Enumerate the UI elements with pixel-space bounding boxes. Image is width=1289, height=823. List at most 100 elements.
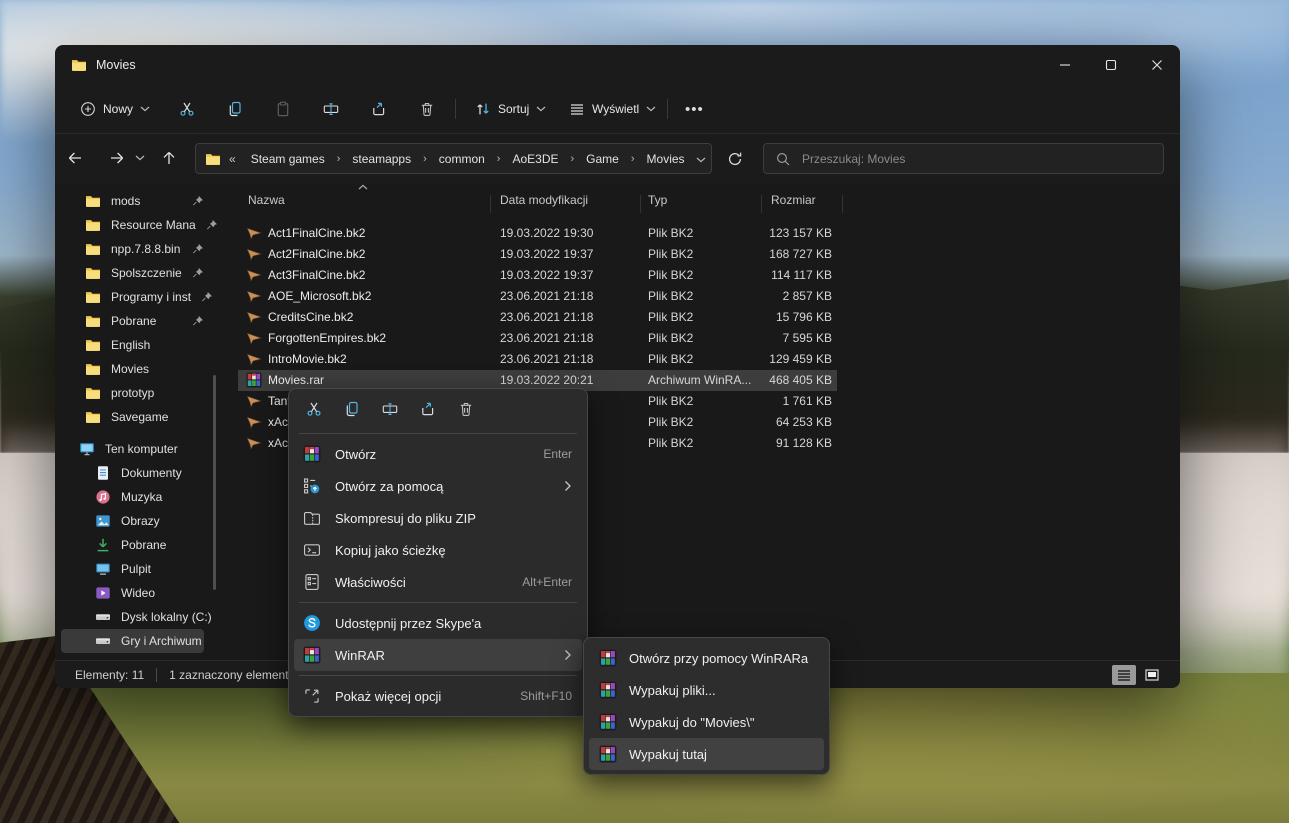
breadcrumb-segment[interactable]: Movies <box>640 147 692 171</box>
breadcrumb-segment[interactable]: common <box>432 147 492 171</box>
share-button[interactable] <box>409 394 447 424</box>
address-bar[interactable]: « Steam games › steamapps › common › AoE… <box>195 143 712 174</box>
bk2-file-icon <box>246 351 262 367</box>
menu-item-open-with[interactable]: Otwórz za pomocą <box>294 470 582 502</box>
submenu-item-extract-files[interactable]: Wypakuj pliki... <box>589 674 824 706</box>
sidebar-item-obrazy[interactable]: Obrazy <box>55 509 230 533</box>
submenu-item-extract-here[interactable]: Wypakuj tutaj <box>589 738 824 770</box>
sidebar-item-pobrane[interactable]: Pobrane <box>55 533 230 557</box>
menu-item-open[interactable]: Otwórz Enter <box>294 438 582 470</box>
table-row[interactable]: ForgottenEmpires.bk2 23.06.2021 21:18 Pl… <box>230 328 1180 349</box>
close-button[interactable] <box>1134 45 1180 85</box>
table-row[interactable]: Act3FinalCine.bk2 19.03.2022 19:37 Plik … <box>230 265 1180 286</box>
menu-item-show-more-options[interactable]: Pokaż więcej opcji Shift+F10 <box>294 680 582 712</box>
breadcrumb-segment[interactable]: Game <box>579 147 626 171</box>
view-button[interactable]: Wyświetl <box>561 95 664 123</box>
breadcrumb-segment[interactable]: AoE3DE <box>505 147 565 171</box>
submenu-item-extract-to-movies[interactable]: Wypakuj do "Movies\" <box>589 706 824 738</box>
rename-icon <box>323 101 339 117</box>
more-options-button[interactable]: ••• <box>677 95 712 123</box>
table-row[interactable]: AOE_Microsoft.bk2 23.06.2021 21:18 Plik … <box>230 286 1180 307</box>
submenu-item-label: Wypakuj pliki... <box>629 683 716 698</box>
column-header-type[interactable]: Typ <box>648 193 667 207</box>
column-divider[interactable] <box>761 195 762 213</box>
pin-icon <box>192 267 204 279</box>
menu-item-properties[interactable]: Właściwości Alt+Enter <box>294 566 582 598</box>
large-icons-view-button[interactable] <box>1140 665 1164 685</box>
sidebar-item-dokumenty[interactable]: Dokumenty <box>55 461 230 485</box>
column-header-date[interactable]: Data modyfikacji <box>500 193 588 207</box>
paste-button[interactable] <box>265 95 301 123</box>
new-button[interactable]: Nowy <box>71 95 159 123</box>
zip-folder-icon <box>303 509 321 527</box>
breadcrumb-overflow[interactable]: « <box>225 152 240 166</box>
rename-button[interactable] <box>371 394 409 424</box>
sidebar-item-wideo[interactable]: Wideo <box>55 581 230 605</box>
sidebar-item-pobrane-pinned[interactable]: Pobrane <box>55 309 230 333</box>
sidebar-item-english[interactable]: English <box>55 333 230 357</box>
sidebar-item-muzyka[interactable]: Muzyka <box>55 485 230 509</box>
table-row[interactable]: IntroMovie.bk2 23.06.2021 21:18 Plik BK2… <box>230 349 1180 370</box>
search-input[interactable] <box>800 151 1152 167</box>
sidebar-item-resource-mana[interactable]: Resource Mana <box>55 213 230 237</box>
table-row[interactable]: Act1FinalCine.bk2 19.03.2022 19:30 Plik … <box>230 223 1180 244</box>
refresh-button[interactable] <box>718 143 752 174</box>
column-header-size[interactable]: Rozmiar <box>771 193 816 207</box>
sidebar-item-spolszczenie[interactable]: Spolszczenie <box>55 261 230 285</box>
column-divider[interactable] <box>842 195 843 213</box>
sidebar-item-this-pc[interactable]: Ten komputer <box>55 437 230 461</box>
sidebar-item-programy[interactable]: Programy i inst <box>55 285 230 309</box>
minimize-button[interactable] <box>1042 45 1088 85</box>
delete-button[interactable] <box>447 394 485 424</box>
sidebar-item-prototyp[interactable]: prototyp <box>55 381 230 405</box>
folder-icon <box>85 193 101 209</box>
menu-item-label: Udostępnij przez Skype'a <box>335 616 572 631</box>
menu-item-compress-zip[interactable]: Skompresuj do pliku ZIP <box>294 502 582 534</box>
window-tab[interactable]: Movies <box>71 45 136 85</box>
breadcrumb-segment[interactable]: steamapps <box>345 147 418 171</box>
sort-button[interactable]: Sortuj <box>467 95 554 123</box>
sidebar-item-savegame[interactable]: Savegame <box>55 405 230 429</box>
sidebar-scrollbar[interactable] <box>213 375 216 590</box>
rename-button[interactable] <box>313 95 349 123</box>
folder-icon <box>85 289 101 305</box>
menu-item-copy-path[interactable]: Kopiuj jako ścieżkę <box>294 534 582 566</box>
file-date: 23.06.2021 21:18 <box>500 352 593 366</box>
submenu-item-label: Wypakuj tutaj <box>629 747 707 762</box>
delete-button[interactable] <box>409 95 445 123</box>
skype-icon <box>303 614 321 632</box>
cut-button[interactable] <box>169 95 205 123</box>
sidebar-item-mods[interactable]: mods <box>55 189 230 213</box>
table-row[interactable]: CreditsCine.bk2 23.06.2021 21:18 Plik BK… <box>230 307 1180 328</box>
sidebar-item-dysk-c[interactable]: Dysk lokalny (C:) <box>55 605 230 629</box>
drive-icon <box>95 609 111 625</box>
column-divider[interactable] <box>640 195 641 213</box>
context-menu: Otwórz Enter Otwórz za pomocą Skompresuj… <box>288 388 588 717</box>
maximize-button[interactable] <box>1088 45 1134 85</box>
sidebar-item-label: Dokumenty <box>121 466 182 480</box>
up-button[interactable] <box>153 142 185 174</box>
copy-button[interactable] <box>333 394 371 424</box>
sidebar-item-pulpit[interactable]: Pulpit <box>55 557 230 581</box>
address-dropdown-button[interactable] <box>696 152 706 166</box>
share-button[interactable] <box>361 95 397 123</box>
menu-item-winrar[interactable]: WinRAR <box>294 639 582 671</box>
submenu-item-open-with-winrar[interactable]: Otwórz przy pomocy WinRARa <box>589 642 824 674</box>
details-view-button[interactable] <box>1112 665 1136 685</box>
menu-item-share-skype[interactable]: Udostępnij przez Skype'a <box>294 607 582 639</box>
table-row[interactable]: Act2FinalCine.bk2 19.03.2022 19:37 Plik … <box>230 244 1180 265</box>
column-divider[interactable] <box>490 195 491 213</box>
copy-button[interactable] <box>217 95 253 123</box>
breadcrumb-segment[interactable]: Steam games <box>244 147 332 171</box>
sidebar-item-npp[interactable]: npp.7.8.8.bin <box>55 237 230 261</box>
sidebar-item-gry-i-archiwum[interactable]: Gry i Archiwum (D <box>61 629 204 653</box>
winrar-icon <box>303 445 321 463</box>
cut-button[interactable] <box>295 394 333 424</box>
back-button[interactable] <box>59 142 91 174</box>
menu-item-label: Otwórz <box>335 447 529 462</box>
toolbar-separator <box>667 99 668 119</box>
file-size: 91 128 KB <box>700 436 832 450</box>
sidebar-item-movies[interactable]: Movies <box>55 357 230 381</box>
recent-locations-button[interactable] <box>127 142 153 174</box>
column-header-name[interactable]: Nazwa <box>248 193 285 207</box>
